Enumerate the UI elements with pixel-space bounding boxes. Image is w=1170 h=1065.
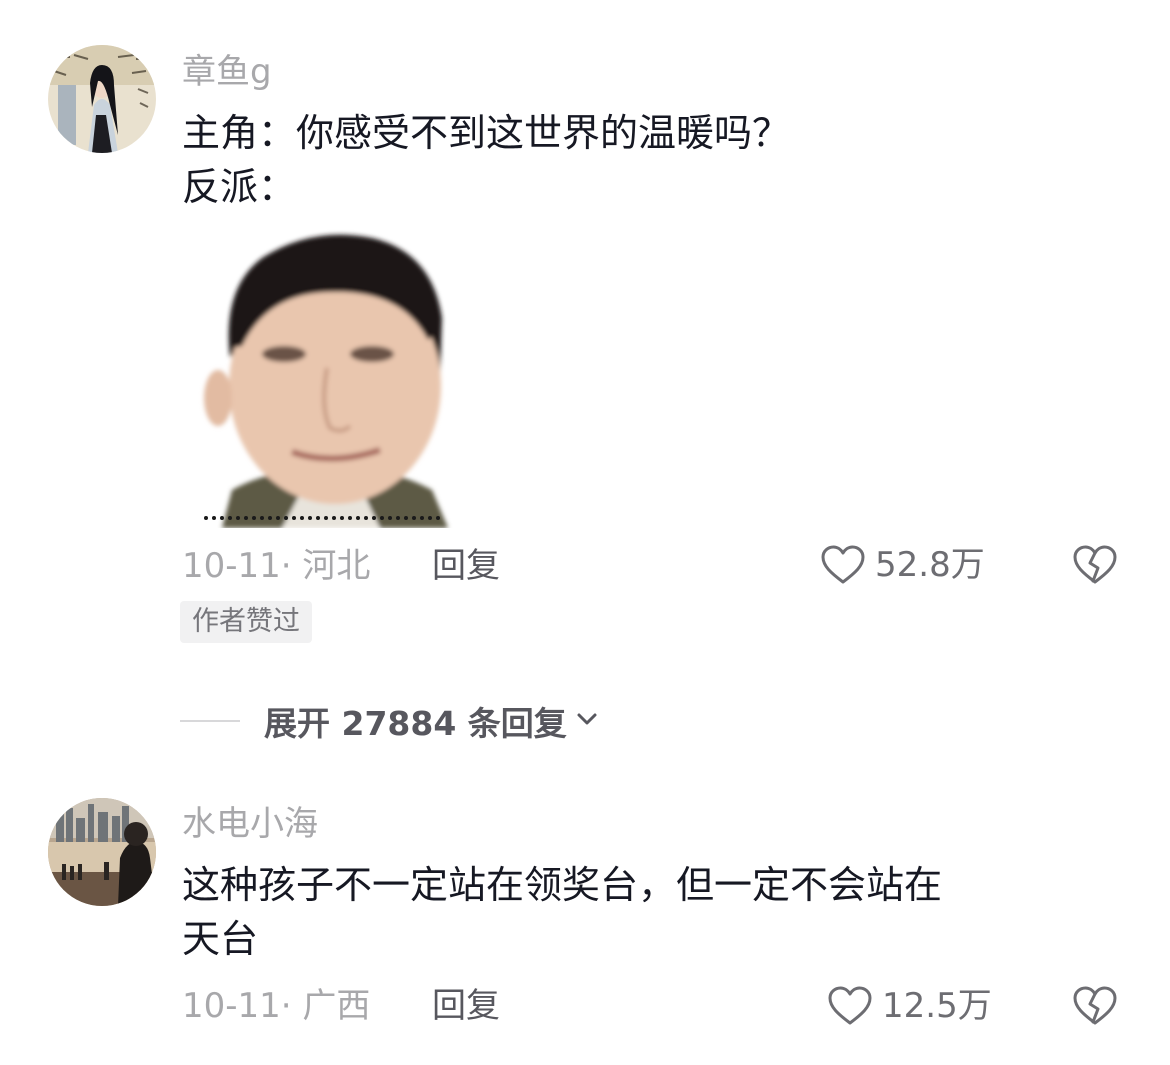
comment-date-location: 10-11· 河北 bbox=[182, 546, 371, 586]
divider bbox=[180, 720, 240, 722]
dislike-button[interactable] bbox=[1071, 982, 1119, 1034]
reply-button[interactable]: 回复 bbox=[432, 546, 500, 586]
comment-text-line: 这种孩子不一定站在领奖台，但一定不会站在 bbox=[182, 863, 943, 907]
expand-replies-button[interactable]: 展开 27884 条回复 bbox=[180, 699, 601, 743]
comment-text-line: 反派： bbox=[182, 165, 297, 209]
reply-button[interactable]: 回复 bbox=[432, 986, 500, 1026]
avatar[interactable] bbox=[48, 798, 156, 906]
username[interactable]: 水电小海 bbox=[182, 804, 318, 844]
comment-text: 主角：你感受不到这世界的温暖吗？ 反派： bbox=[182, 106, 1122, 214]
comment-text-line: 主角：你感受不到这世界的温暖吗？ bbox=[182, 111, 791, 155]
comment-text-line: 天台 bbox=[182, 917, 259, 961]
dislike-button[interactable] bbox=[1071, 541, 1119, 593]
meme-face-image bbox=[192, 228, 474, 528]
heart-outline-icon bbox=[819, 541, 867, 589]
comment-item: 章鱼g 主角：你感受不到这世界的温暖吗？ 反派： 10-11· 河北 回复 52… bbox=[0, 0, 1170, 760]
broken-heart-icon bbox=[1071, 545, 1119, 593]
expand-replies-label: 展开 27884 条回复 bbox=[264, 704, 567, 743]
author-liked-badge: 作者赞过 bbox=[180, 601, 312, 643]
like-button[interactable]: 12.5万 bbox=[826, 982, 992, 1030]
comment-item: 水电小海 这种孩子不一定站在领奖台，但一定不会站在 天台 10-11· 广西 回… bbox=[0, 780, 1170, 1065]
like-button[interactable]: 52.8万 bbox=[819, 541, 985, 589]
avatar-image bbox=[48, 45, 156, 153]
avatar[interactable] bbox=[48, 45, 156, 153]
like-count: 52.8万 bbox=[875, 545, 985, 585]
avatar-image bbox=[48, 798, 156, 906]
like-count: 12.5万 bbox=[882, 986, 992, 1026]
chevron-down-icon bbox=[567, 705, 601, 737]
broken-heart-icon bbox=[1071, 986, 1119, 1034]
comment-text: 这种孩子不一定站在领奖台，但一定不会站在 天台 bbox=[182, 858, 1122, 966]
username[interactable]: 章鱼g bbox=[182, 52, 272, 92]
meme-image[interactable] bbox=[192, 228, 474, 528]
heart-outline-icon bbox=[826, 982, 874, 1030]
comment-date-location: 10-11· 广西 bbox=[182, 986, 371, 1026]
